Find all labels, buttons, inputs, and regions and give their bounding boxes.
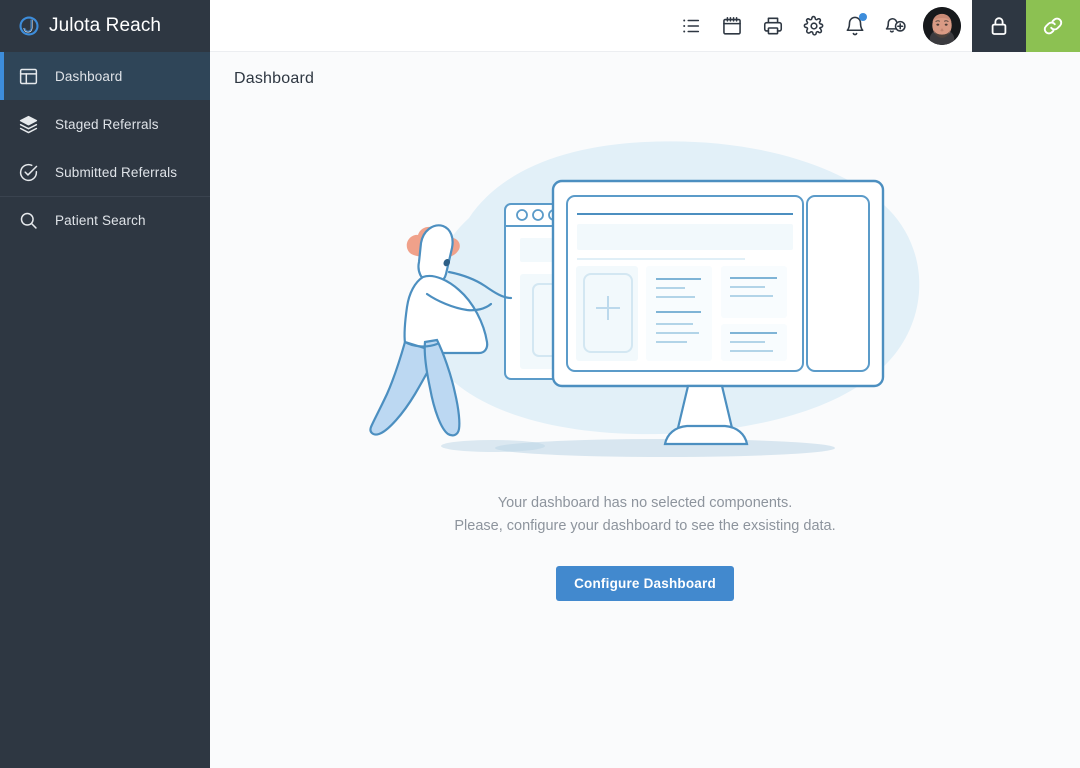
page-title: Dashboard: [234, 70, 315, 87]
empty-state-line-1: Your dashboard has no selected component…: [497, 495, 793, 511]
check-circle-icon: [18, 162, 39, 183]
topbar: [210, 0, 1080, 52]
sidebar-item-label: Submitted Referrals: [55, 164, 178, 180]
configure-dashboard-button[interactable]: Configure Dashboard: [556, 566, 734, 601]
notifications-button[interactable]: [834, 0, 875, 52]
main-region: Dashboard Your dashboard has no selected…: [210, 0, 1080, 768]
avatar: [923, 6, 961, 45]
person-configuring-dashboard-illustration: [365, 126, 925, 486]
gear-icon: [803, 15, 825, 37]
sidebar-item-patient-search[interactable]: Patient Search: [0, 196, 210, 244]
lock-icon: [987, 14, 1011, 38]
empty-state-line-2: Please, configure your dashboard to see …: [454, 518, 836, 534]
brand-logo[interactable]: Julota Reach: [0, 0, 210, 52]
sidebar-item-label: Dashboard: [55, 68, 123, 84]
app-root: Julota Reach Dashboard Staged Referrals …: [0, 0, 1080, 768]
lock-button[interactable]: [972, 0, 1026, 52]
settings-button[interactable]: [793, 0, 834, 52]
julota-circle-j-logo-icon: [18, 15, 40, 37]
layers-icon: [18, 114, 39, 135]
sidebar-item-dashboard[interactable]: Dashboard: [0, 52, 210, 100]
sidebar-nav: Dashboard Staged Referrals Submitted Ref…: [0, 52, 210, 244]
sidebar-item-staged-referrals[interactable]: Staged Referrals: [0, 100, 210, 148]
sidebar-item-label: Patient Search: [55, 213, 146, 228]
page-header: Dashboard: [210, 52, 1080, 104]
bell-plus-icon: [885, 15, 907, 37]
calendar-icon: [721, 15, 743, 37]
add-notification-button[interactable]: [875, 0, 916, 52]
empty-state-message: Your dashboard has no selected component…: [454, 492, 835, 538]
user-avatar-button[interactable]: [916, 0, 968, 52]
list-button[interactable]: [670, 0, 711, 52]
brand-name: Julota Reach: [49, 15, 162, 36]
link-chain-icon: [1041, 14, 1065, 38]
print-button[interactable]: [752, 0, 793, 52]
search-icon: [18, 210, 39, 231]
calendar-button[interactable]: [711, 0, 752, 52]
list-icon: [680, 15, 702, 37]
layout-dashboard-icon: [18, 66, 39, 87]
dashboard-empty-state: Your dashboard has no selected component…: [210, 104, 1080, 768]
topbar-icon-group: [670, 0, 972, 51]
sidebar: Julota Reach Dashboard Staged Referrals …: [0, 0, 210, 768]
sidebar-item-submitted-referrals[interactable]: Submitted Referrals: [0, 148, 210, 196]
sidebar-item-label: Staged Referrals: [55, 116, 159, 132]
printer-icon: [762, 15, 784, 37]
link-button[interactable]: [1026, 0, 1080, 52]
notification-badge-dot: [859, 12, 867, 21]
